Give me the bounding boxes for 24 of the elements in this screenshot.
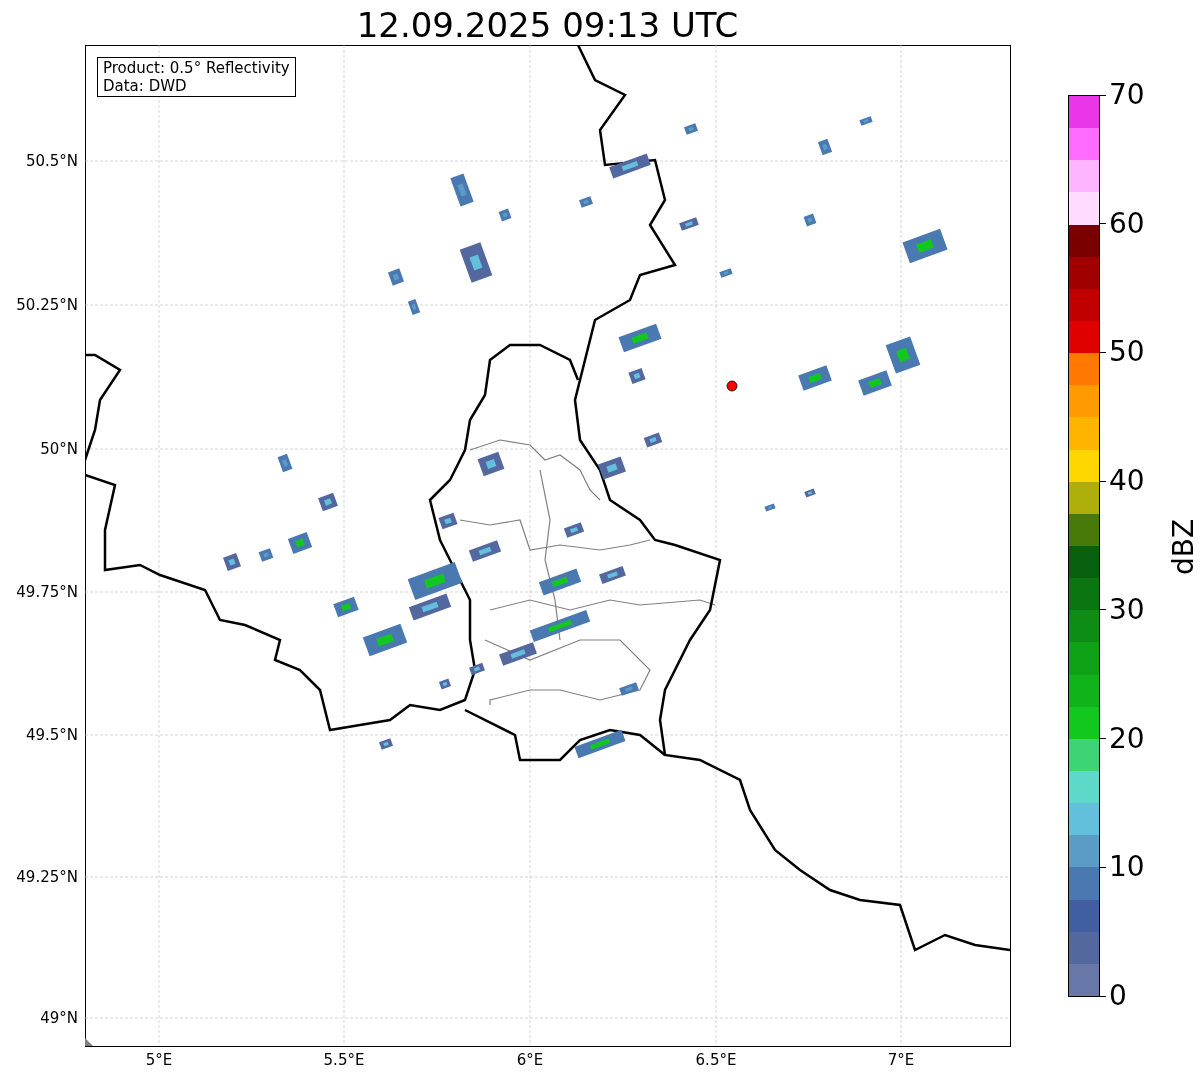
longitude-label: 5°E bbox=[144, 1051, 174, 1069]
longitude-label: 5.5°E bbox=[322, 1051, 366, 1069]
longitude-label: 7°E bbox=[886, 1051, 916, 1069]
colorbar-tick-label: 40 bbox=[1109, 465, 1145, 498]
info-text: Product: 0.5° Reflectivity bbox=[103, 59, 290, 77]
colorbar-label: dBZ bbox=[1167, 518, 1202, 576]
latitude-label: 50.5°N bbox=[25, 152, 78, 170]
longitude-label: 6.5°E bbox=[694, 1051, 738, 1069]
latitude-label: 49.5°N bbox=[25, 726, 78, 744]
colorbar-tick-label: 30 bbox=[1109, 593, 1145, 626]
longitude-label: 6°E bbox=[515, 1051, 545, 1069]
colorbar-tick-label: 10 bbox=[1109, 851, 1145, 884]
chart-title: 12.09.2025 09:13 UTC bbox=[355, 4, 740, 47]
colorbar-tick-label: 50 bbox=[1109, 336, 1145, 369]
info-text: Data: DWD bbox=[103, 77, 188, 95]
latitude-label: 49.25°N bbox=[16, 868, 78, 886]
colorbar-tick-label: 60 bbox=[1109, 207, 1145, 240]
latitude-label: 50.25°N bbox=[16, 296, 78, 314]
colorbar-tick-label: 70 bbox=[1109, 79, 1145, 111]
colorbar-tick-label: 20 bbox=[1109, 722, 1145, 755]
latitude-label: 50°N bbox=[40, 440, 78, 458]
colorbar-tick-label: 0 bbox=[1109, 980, 1127, 1012]
latitude-label: 49°N bbox=[40, 1009, 78, 1027]
latitude-label: 49.75°N bbox=[16, 583, 78, 601]
